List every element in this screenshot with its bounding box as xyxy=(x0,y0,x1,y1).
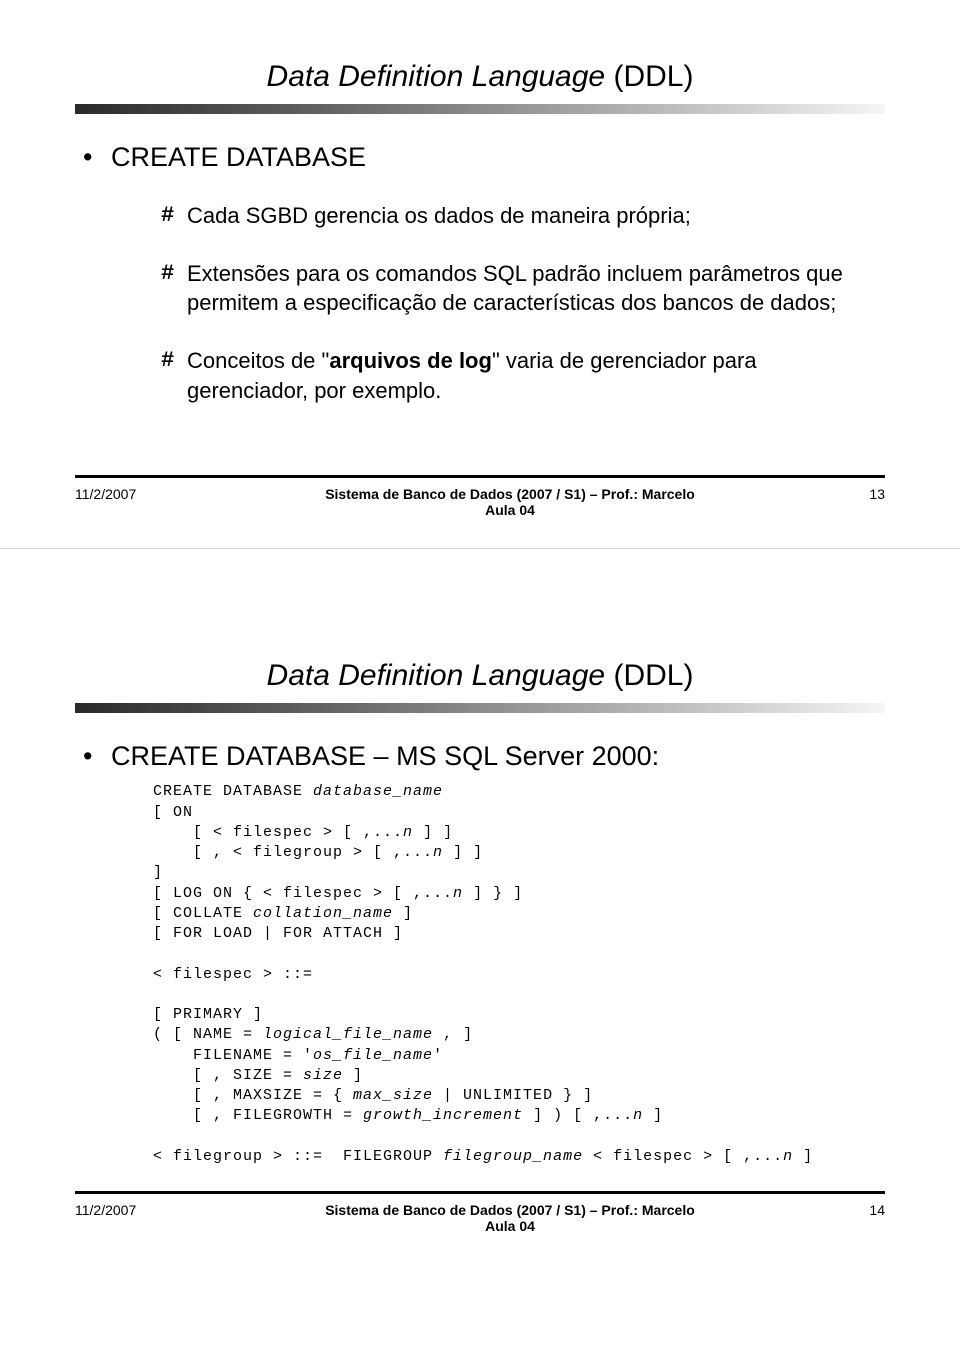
code-token: [ ON xyxy=(153,804,193,821)
footer-center-l2: Aula 04 xyxy=(485,502,535,518)
code-token: [ , FILEGROWTH = xyxy=(153,1107,363,1124)
code-ital: collation_name xyxy=(253,905,393,922)
footer-page-num: 14 xyxy=(825,1202,885,1218)
code-token: ] xyxy=(793,1148,813,1165)
code-token: ] xyxy=(153,864,163,881)
sql-syntax-block: CREATE DATABASE database_name [ ON [ < f… xyxy=(153,782,877,1167)
code-token: ] xyxy=(393,905,413,922)
code-token: [ , SIZE = xyxy=(153,1067,303,1084)
footer-center: Sistema de Banco de Dados (2007 / S1) – … xyxy=(195,1202,825,1234)
code-token: ] ] xyxy=(413,824,453,841)
footer-date: 11/2/2007 xyxy=(75,1202,195,1218)
slide-footer: 11/2/2007 Sistema de Banco de Dados (200… xyxy=(75,1191,885,1234)
bullet-create-database-mssql: CREATE DATABASE – MS SQL Server 2000: xyxy=(83,741,877,772)
code-token: , ] xyxy=(433,1026,473,1043)
code-ital: n xyxy=(433,844,443,861)
code-token: [ LOG ON { < filespec > [ ,... xyxy=(153,885,453,902)
code-ital: database_name xyxy=(313,783,443,800)
slide-content: CREATE DATABASE Cada SGBD gerencia os da… xyxy=(75,142,885,405)
code-ital: max_size xyxy=(353,1087,433,1104)
footer-center-l1: Sistema de Banco de Dados (2007 / S1) – … xyxy=(325,486,695,502)
code-ital: n xyxy=(783,1148,793,1165)
slide-footer: 11/2/2007 Sistema de Banco de Dados (200… xyxy=(75,475,885,518)
sub-bullet-2: Extensões para os comandos SQL padrão in… xyxy=(161,259,877,318)
sub-bullet-3: Conceitos de "arquivos de log" varia de … xyxy=(161,346,877,405)
slide-13: Data Definition Language (DDL) CREATE DA… xyxy=(0,0,960,548)
code-token: ] ) [ ,... xyxy=(523,1107,633,1124)
slide-title: Data Definition Language (DDL) xyxy=(75,659,885,693)
title-underline-bar xyxy=(75,703,885,713)
code-token: CREATE DATABASE xyxy=(153,783,313,800)
code-token: [ FOR LOAD | FOR ATTACH ] xyxy=(153,925,403,942)
sub-bullet-1: Cada SGBD gerencia os dados de maneira p… xyxy=(161,201,877,231)
code-token: ( [ NAME = xyxy=(153,1026,263,1043)
code-token: FILENAME = ' xyxy=(153,1047,313,1064)
code-ital: filegroup_name xyxy=(443,1148,583,1165)
code-token: < filespec > ::= xyxy=(153,966,313,983)
code-token: ] xyxy=(643,1107,663,1124)
footer-center-l2: Aula 04 xyxy=(485,1218,535,1234)
bullet-create-database: CREATE DATABASE xyxy=(83,142,877,173)
code-token: [ COLLATE xyxy=(153,905,253,922)
slide-title: Data Definition Language (DDL) xyxy=(75,60,885,94)
code-token: ' xyxy=(433,1047,443,1064)
title-italic-part: Data Definition Language xyxy=(267,659,606,692)
code-token: ] } ] xyxy=(463,885,523,902)
code-token: | UNLIMITED } ] xyxy=(433,1087,593,1104)
title-italic-part: Data Definition Language xyxy=(267,60,606,93)
footer-page-num: 13 xyxy=(825,486,885,502)
code-ital: os_file_name xyxy=(313,1047,433,1064)
code-ital: n xyxy=(403,824,413,841)
code-token: ] ] xyxy=(443,844,483,861)
title-underline-bar xyxy=(75,104,885,114)
code-ital: growth_increment xyxy=(363,1107,523,1124)
footer-center: Sistema de Banco de Dados (2007 / S1) – … xyxy=(195,486,825,518)
slide-content: CREATE DATABASE – MS SQL Server 2000: CR… xyxy=(75,741,885,1167)
slide-14: Data Definition Language (DDL) CREATE DA… xyxy=(0,549,960,1264)
code-token: [ < filespec > [ ,... xyxy=(153,824,403,841)
code-ital: logical_file_name xyxy=(263,1026,433,1043)
code-token: [ PRIMARY ] xyxy=(153,1006,263,1023)
code-token: < filespec > [ ,... xyxy=(583,1148,783,1165)
code-token: ] xyxy=(343,1067,363,1084)
title-rest-part: (DDL) xyxy=(605,60,693,93)
footer-center-l1: Sistema de Banco de Dados (2007 / S1) – … xyxy=(325,1202,695,1218)
footer-date: 11/2/2007 xyxy=(75,486,195,502)
code-token: < filegroup > ::= FILEGROUP xyxy=(153,1148,443,1165)
sub3-bold: arquivos de log xyxy=(329,348,492,373)
code-token: [ , MAXSIZE = { xyxy=(153,1087,353,1104)
title-rest-part: (DDL) xyxy=(605,659,693,692)
code-ital: n xyxy=(633,1107,643,1124)
code-token: [ , < filegroup > [ ,... xyxy=(153,844,433,861)
sub3-pre: Conceitos de " xyxy=(187,348,329,373)
code-ital: size xyxy=(303,1067,343,1084)
code-ital: n xyxy=(453,885,463,902)
